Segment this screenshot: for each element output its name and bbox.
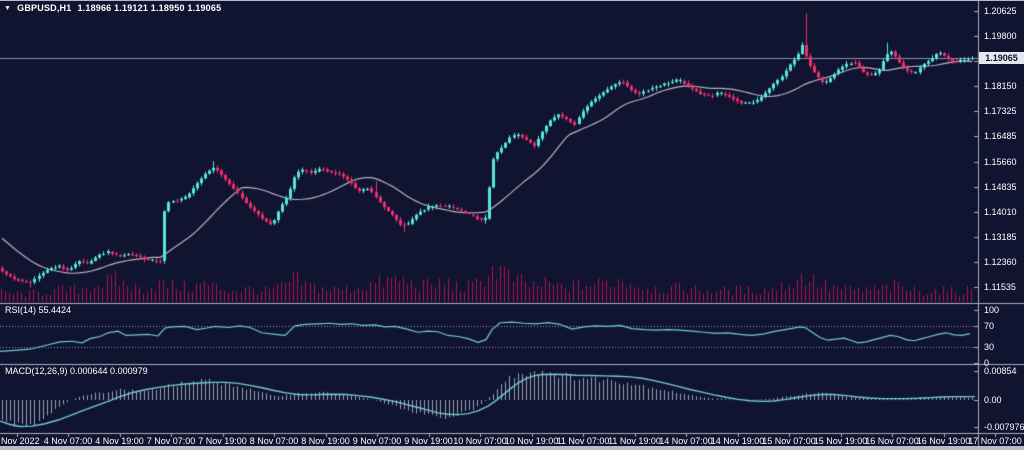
macd-indicator-label: MACD(12,26,9) 0.000644 0.000979: [5, 366, 148, 376]
price-axis-label: 1.20625: [984, 6, 1017, 16]
time-axis-label: 11 Nov 07:00: [557, 436, 610, 446]
time-axis-label: 10 Nov 07:00: [453, 436, 507, 446]
time-axis-label: 10 Nov 19:00: [505, 436, 559, 446]
price-axis-label: 1.13185: [984, 232, 1017, 242]
price-axis-label: 1.16485: [984, 131, 1017, 141]
macd-axis-label: -0.007976: [984, 422, 1024, 432]
macd-axis-label: 0.00: [984, 395, 1002, 405]
time-axis-label: 14 Nov 07:00: [659, 436, 713, 446]
price-axis-label: 1.18150: [984, 81, 1017, 91]
current-price-tag: 1.19065: [979, 52, 1024, 64]
time-axis-label: 7 Nov 19:00: [198, 436, 247, 446]
time-axis-label: 9 Nov 07:00: [353, 436, 402, 446]
time-axis-label: 4 Nov 19:00: [95, 436, 144, 446]
symbol-dropdown-icon[interactable]: ▼: [4, 5, 11, 12]
time-axis-label: 15 Nov 07:00: [762, 436, 816, 446]
rsi-axis-label: 30: [984, 342, 994, 352]
time-axis-label: 17 Nov 07:00: [968, 436, 1022, 446]
price-chart-canvas[interactable]: [0, 0, 1024, 450]
price-axis-label: 1.12360: [984, 257, 1017, 267]
time-axis-label: 15 Nov 19:00: [814, 436, 868, 446]
time-axis-label: 11 Nov 19:00: [608, 436, 661, 446]
rsi-indicator-label: RSI(14) 55.4424: [5, 305, 71, 315]
price-axis-label: 1.19800: [984, 31, 1017, 41]
price-axis-label: 1.17325: [984, 106, 1017, 116]
window-top-edge: [0, 0, 1024, 1]
quote-ohlc-values: 1.18966 1.19121 1.18950 1.19065: [77, 3, 221, 13]
time-axis-label: 16 Nov 07:00: [865, 436, 919, 446]
price-axis-label: 1.11535: [984, 282, 1016, 292]
rsi-axis-label: 100: [984, 305, 999, 315]
time-axis-label: 16 Nov 19:00: [917, 436, 971, 446]
quote-bar: ▼ GBPUSD,H1 1.18966 1.19121 1.18950 1.19…: [4, 3, 221, 13]
macd-axis-label: 0.00854: [984, 366, 1017, 376]
price-axis-label: 1.15660: [984, 157, 1017, 167]
time-axis-label: 14 Nov 19:00: [711, 436, 765, 446]
rsi-axis-label: 70: [984, 321, 994, 331]
time-axis-label: 3 Nov 2022: [0, 436, 40, 446]
window-bottom-edge: [0, 446, 1024, 450]
time-axis-label: 9 Nov 19:00: [404, 436, 453, 446]
time-axis-label: 4 Nov 07:00: [44, 436, 93, 446]
time-axis-label: 8 Nov 19:00: [301, 436, 350, 446]
time-axis-label: 8 Nov 07:00: [250, 436, 299, 446]
symbol-timeframe-label: GBPUSD,H1: [17, 3, 71, 13]
trading-terminal-chart-window: ▼ GBPUSD,H1 1.18966 1.19121 1.18950 1.19…: [0, 0, 1024, 450]
price-axis-label: 1.14835: [984, 182, 1017, 192]
time-axis-label: 7 Nov 07:00: [147, 436, 196, 446]
price-axis-label: 1.14010: [984, 207, 1017, 217]
